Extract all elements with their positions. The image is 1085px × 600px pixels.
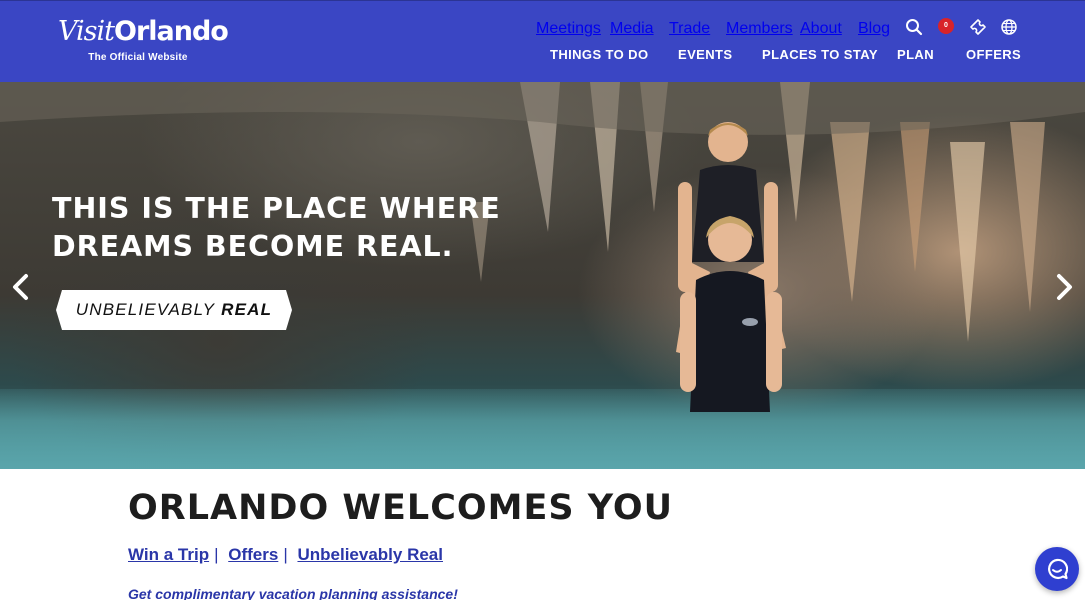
- unbelievably-real-link[interactable]: Unbelievably Real: [297, 545, 443, 564]
- link-separator: |: [283, 545, 288, 564]
- carousel-next-arrow-icon[interactable]: [1053, 272, 1075, 302]
- nav-media-link[interactable]: Media: [610, 20, 654, 38]
- tagline-text: UNBELIEVABLY REAL: [56, 290, 292, 330]
- nav-about-link[interactable]: About: [800, 20, 842, 38]
- tagline-word-unbelievably: UNBELIEVABLY: [75, 300, 216, 319]
- logo-visit-text: Visit: [58, 16, 115, 47]
- logo-orlando-text: Orlando: [114, 16, 229, 47]
- nav-meetings-link[interactable]: Meetings: [536, 20, 601, 38]
- hero-headline-line1: THIS IS THE PLACE WHERE: [52, 192, 501, 225]
- tagline-word-real: REAL: [221, 300, 273, 319]
- hero-headline: THIS IS THE PLACE WHERE DREAMS BECOME RE…: [52, 190, 501, 266]
- nav-blog-link[interactable]: Blog: [858, 20, 890, 38]
- quick-links: Win a Trip | Offers | Unbelievably Real: [128, 545, 443, 565]
- nav-things-to-do[interactable]: THINGS TO DO: [550, 47, 648, 62]
- planning-assistance-text[interactable]: Get complimentary vacation planning assi…: [128, 586, 458, 600]
- nav-offers[interactable]: OFFERS: [966, 47, 1021, 62]
- nav-plan[interactable]: PLAN: [897, 47, 934, 62]
- logo-wordmark: VisitOrlando: [58, 15, 229, 49]
- chat-button[interactable]: [1035, 547, 1079, 591]
- favorites-count-badge[interactable]: 0: [938, 18, 954, 34]
- nav-trade-link[interactable]: Trade: [669, 20, 710, 38]
- carousel-prev-arrow-icon[interactable]: [10, 272, 32, 302]
- hero-people-graphic: [676, 122, 786, 412]
- nav-events[interactable]: EVENTS: [678, 47, 732, 62]
- site-header: VisitOrlando The Official Website Meetin…: [0, 0, 1085, 82]
- offers-link[interactable]: Offers: [228, 545, 278, 564]
- water-surface: [0, 389, 1085, 469]
- hero-carousel: THIS IS THE PLACE WHERE DREAMS BECOME RE…: [0, 82, 1085, 469]
- page-title: ORLANDO WELCOMES YOU: [128, 488, 674, 528]
- link-separator: |: [214, 545, 219, 564]
- unbelievably-real-badge: UNBELIEVABLY REAL: [56, 290, 292, 330]
- ticket-icon[interactable]: [969, 18, 987, 36]
- globe-icon[interactable]: [1000, 18, 1018, 36]
- hero-headline-line2: DREAMS BECOME REAL.: [52, 230, 454, 263]
- nav-members-link[interactable]: Members: [726, 20, 793, 38]
- win-a-trip-link[interactable]: Win a Trip: [128, 545, 209, 564]
- search-icon[interactable]: [905, 18, 923, 36]
- nav-places-to-stay[interactable]: PLACES TO STAY: [762, 47, 878, 62]
- visit-orlando-logo[interactable]: VisitOrlando The Official Website: [58, 15, 229, 63]
- logo-tagline: The Official Website: [88, 52, 188, 63]
- chat-bubble-icon: [1048, 558, 1068, 580]
